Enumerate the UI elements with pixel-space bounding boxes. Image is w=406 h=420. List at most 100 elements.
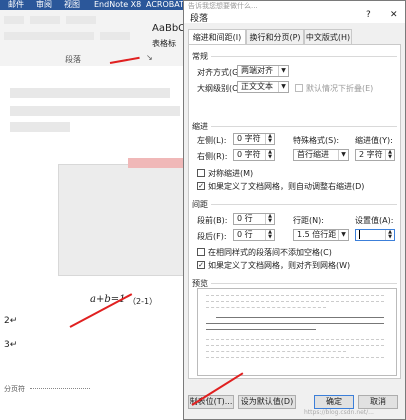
dialog-titlebar: 告诉我您想要做什么... 段落 ? ✕ <box>184 1 405 24</box>
blurred-text <box>10 106 180 116</box>
blurred-figure-header <box>128 158 183 168</box>
paragraph-mark: 3↵ <box>4 340 18 350</box>
help-button[interactable]: ? <box>366 10 371 20</box>
spinner-icon[interactable]: ▲ ▼ <box>265 214 274 224</box>
snap-to-grid-label: 如果定义了文档网格，则对齐到网格(W) <box>208 261 351 270</box>
indent-by-label: 缩进值(Y): <box>355 136 393 145</box>
outline-level-value: 正文文本 <box>241 82 273 91</box>
left-indent-label: 左侧(L): <box>197 136 227 145</box>
snap-to-grid-checkbox[interactable]: ✓ <box>197 261 205 269</box>
chevron-down-icon: ▼ <box>278 66 288 76</box>
spinner-icon[interactable]: ▲ ▼ <box>265 134 274 144</box>
right-indent-value: 0 字符 <box>237 150 261 159</box>
auto-adjust-indent-checkbox[interactable]: ✓ <box>197 182 205 190</box>
special-indent-label: 特殊格式(S): <box>293 136 340 145</box>
collapsed-label: 默认情况下折叠(E) <box>306 84 374 93</box>
close-button[interactable]: ✕ <box>390 10 398 20</box>
special-indent-select[interactable]: 首行缩进 ▼ <box>293 149 349 161</box>
indent-by-value: 2 字符 <box>359 150 383 159</box>
mirror-indents-label: 对称缩进(M) <box>208 169 254 178</box>
watermark: https://blog.csdn.net/... <box>304 409 374 416</box>
alignment-select[interactable]: 两端对齐 ▼ <box>237 65 289 77</box>
divider <box>211 204 397 205</box>
chevron-down-icon: ▼ <box>338 230 348 240</box>
spinner-icon[interactable]: ▲ ▼ <box>385 230 394 240</box>
preview-line <box>206 307 326 311</box>
divider <box>211 56 397 57</box>
spinner-icon[interactable]: ▲ ▼ <box>265 150 274 160</box>
tab-indents-spacing[interactable]: 缩进和间距(I) <box>188 29 246 45</box>
special-indent-value: 首行缩进 <box>297 150 329 159</box>
blurred-figure <box>58 164 184 276</box>
set-as-default-button[interactable]: 设为默认值(D) <box>238 395 296 409</box>
tab-acrobat[interactable]: ACROBAT <box>146 0 184 10</box>
right-indent-input[interactable]: 0 字符 ▲ ▼ <box>233 149 275 161</box>
indent-by-input[interactable]: 2 字符 ▲ ▼ <box>355 149 395 161</box>
auto-adjust-indent-label: 如果定义了文档网格，则自动调整右缩进(D) <box>208 182 365 191</box>
tab-panel: 常规 对齐方式(G): 两端对齐 ▼ 大纲级别(O): 正文文本 ▼ 默认情况下… <box>188 44 401 379</box>
no-space-same-style-checkbox[interactable] <box>197 248 205 256</box>
preview-line <box>206 329 316 333</box>
preview-line <box>206 357 384 361</box>
space-before-input[interactable]: 0 行 ▲ ▼ <box>233 213 275 225</box>
preview-line <box>206 301 384 305</box>
preview-line <box>206 295 384 299</box>
dialog-title: 段落 <box>190 14 209 24</box>
tab-line-page-breaks[interactable]: 换行和分页(P) <box>246 29 304 45</box>
preview-line <box>206 345 384 349</box>
collapsed-checkbox[interactable] <box>295 84 303 92</box>
alignment-value: 两端对齐 <box>241 66 273 75</box>
line-spacing-at-input[interactable]: ▲ ▼ <box>355 229 395 241</box>
space-after-value: 0 行 <box>237 230 253 239</box>
blurred-text <box>10 122 70 132</box>
preview-line <box>206 339 384 343</box>
spinner-icon[interactable]: ▲ ▼ <box>385 150 394 160</box>
tab-view[interactable]: 视图 <box>64 0 80 10</box>
spinner-icon[interactable]: ▲ ▼ <box>265 230 274 240</box>
search-hint: 告诉我您想要做什么... <box>188 2 258 10</box>
toolbar-icons[interactable] <box>30 16 60 24</box>
space-before-label: 段前(B): <box>197 216 228 225</box>
toolbar-icons[interactable] <box>4 32 94 40</box>
table-style-label: 表格标 <box>152 39 176 48</box>
tab-asian-typography[interactable]: 中文版式(H) <box>304 29 352 45</box>
toolbar-icons[interactable] <box>4 16 24 24</box>
preview-line <box>216 317 384 321</box>
left-indent-input[interactable]: 0 字符 ▲ ▼ <box>233 133 275 145</box>
right-indent-label: 右侧(R): <box>197 152 228 161</box>
chevron-down-icon: ▼ <box>278 82 288 92</box>
space-before-value: 0 行 <box>237 214 253 223</box>
toolbar-icons[interactable] <box>66 16 96 24</box>
outline-level-select[interactable]: 正文文本 ▼ <box>237 81 289 93</box>
toolbar-icons[interactable] <box>100 32 130 40</box>
ok-button[interactable]: 确定 <box>314 395 354 409</box>
preview-line <box>206 351 346 355</box>
chevron-down-icon: ▼ <box>338 150 348 160</box>
divider <box>211 283 397 284</box>
preview-box <box>197 288 397 376</box>
section-break-line <box>30 388 90 389</box>
space-after-input[interactable]: 0 行 ▲ ▼ <box>233 229 275 241</box>
tab-mail[interactable]: 邮件 <box>8 0 24 10</box>
cancel-button[interactable]: 取消 <box>358 395 398 409</box>
paragraph-mark: 2↵ <box>4 316 18 326</box>
tab-review[interactable]: 审阅 <box>36 0 52 10</box>
line-spacing-value: 1.5 倍行距 <box>297 230 337 239</box>
preview-line <box>206 323 384 327</box>
space-after-label: 段后(F): <box>197 232 227 241</box>
left-indent-value: 0 字符 <box>237 134 261 143</box>
formula-number: （2-1） <box>128 297 158 306</box>
section-break: 分页符 <box>4 385 25 393</box>
mirror-indents-checkbox[interactable] <box>197 169 205 177</box>
blurred-text <box>10 88 170 98</box>
no-space-same-style-label: 在相同样式的段落间不添加空格(C) <box>208 248 332 257</box>
divider <box>211 126 397 127</box>
spacing-heading: 间距 <box>192 200 208 209</box>
line-spacing-at-label: 设置值(A): <box>355 216 394 225</box>
text-cursor <box>359 230 363 239</box>
tab-endnote[interactable]: EndNote X8 <box>94 0 141 10</box>
paragraph-group-label: 段落 <box>65 55 81 64</box>
line-spacing-select[interactable]: 1.5 倍行距 ▼ <box>293 229 349 241</box>
paragraph-launcher-icon[interactable]: ↘ <box>146 53 153 62</box>
indent-heading: 缩进 <box>192 122 208 131</box>
